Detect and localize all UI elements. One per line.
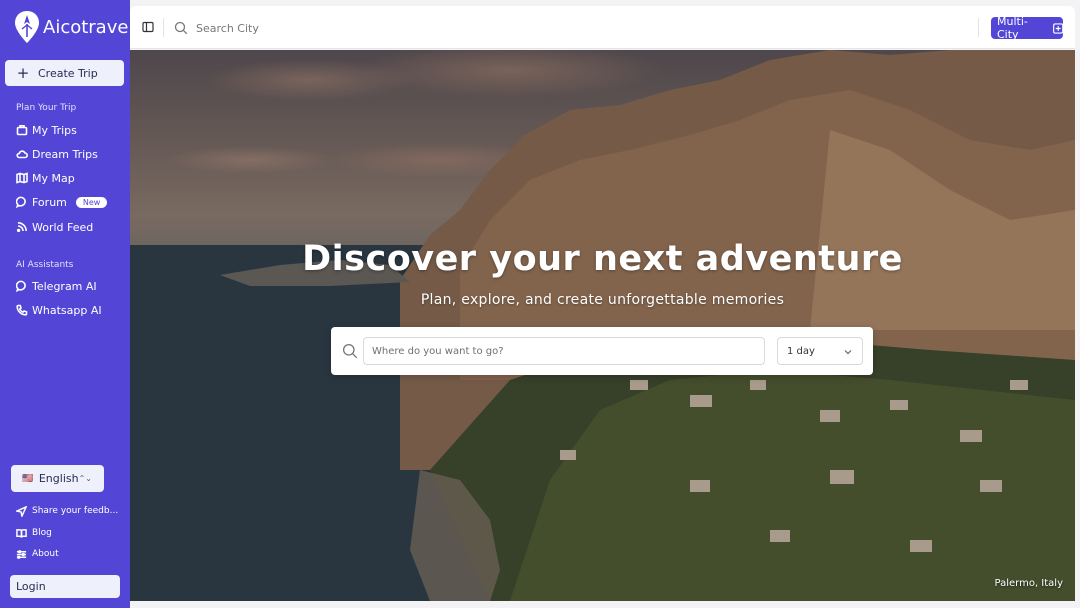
section-label-plan: Plan Your Trip — [16, 103, 77, 113]
page-edge — [130, 601, 1080, 608]
sidebar: Aicotrave + Create Trip Plan Your Trip M… — [0, 0, 130, 608]
sidebar-item-label: Forum — [32, 195, 67, 209]
section-label-ai: AI Assistants — [16, 260, 74, 270]
sidebar-item-label: Dream Trips — [32, 147, 98, 161]
sliders-icon — [16, 549, 27, 559]
sidebar-item-whatsapp-ai[interactable]: Whatsapp AI — [16, 301, 102, 319]
city-search — [174, 19, 496, 37]
compass-pin-icon — [15, 11, 39, 43]
hero-overlay — [130, 50, 1075, 601]
feedback-label: Share your feedb... — [32, 506, 119, 516]
divider — [163, 18, 164, 37]
page-edge — [1075, 0, 1080, 608]
create-trip-button[interactable]: + Create Trip — [5, 60, 124, 86]
send-icon — [16, 505, 27, 517]
sidebar-toggle-icon[interactable] — [142, 21, 154, 33]
search-icon — [174, 21, 188, 35]
trip-duration-select[interactable]: 1 day — [777, 337, 863, 365]
brand-name: Aicotrave — [43, 16, 129, 38]
sidebar-item-forum[interactable]: Forum New — [16, 193, 108, 211]
top-bar: Multi-City — [130, 6, 1075, 49]
hero-title: Discover your next adventure — [302, 239, 903, 279]
sidebar-item-label: Whatsapp AI — [32, 303, 102, 317]
new-badge: New — [75, 196, 108, 208]
hero-subtitle: Plan, explore, and create unforgettable … — [420, 292, 785, 308]
rss-icon — [16, 222, 27, 233]
sidebar-item-label: My Trips — [32, 123, 77, 137]
sidebar-item-my-trips[interactable]: My Trips — [16, 121, 77, 139]
luggage-icon — [16, 125, 28, 136]
hero-section: Discover your next adventure Plan, explo… — [130, 50, 1075, 601]
sidebar-item-my-map[interactable]: My Map — [16, 169, 75, 187]
map-icon — [16, 172, 28, 184]
chevron-down-icon — [844, 350, 852, 355]
plus-icon: + — [16, 63, 30, 82]
sidebar-item-label: My Map — [32, 171, 75, 185]
multi-city-label: Multi-City — [997, 15, 1028, 41]
plus-square-icon — [1052, 22, 1063, 34]
create-trip-label: Create Trip — [38, 66, 98, 80]
sidebar-item-label: World Feed — [32, 220, 94, 234]
flag-icon: 🇺🇸 — [22, 473, 34, 484]
photo-location-caption: Palermo, Italy — [994, 578, 1064, 589]
chat-bubble-icon — [16, 196, 26, 208]
about-link[interactable]: About — [16, 546, 59, 562]
sidebar-item-dream-trips[interactable]: Dream Trips — [16, 145, 98, 163]
divider — [978, 18, 979, 37]
cloud-icon — [16, 150, 28, 159]
chat-bubble-icon — [16, 280, 26, 292]
language-value: English — [38, 472, 79, 485]
language-select[interactable]: 🇺🇸 English ⌃⌄ — [11, 465, 104, 492]
phone-icon — [16, 304, 28, 316]
feedback-link[interactable]: Share your feedb... — [16, 503, 118, 519]
blog-link[interactable]: Blog — [16, 525, 52, 541]
chevron-updown-icon: ⌃⌄ — [78, 474, 92, 483]
sidebar-item-label: Telegram AI — [32, 279, 97, 293]
search-icon — [342, 343, 358, 359]
login-button[interactable]: Login — [10, 575, 120, 598]
destination-search-card: 1 day — [331, 327, 873, 375]
about-label: About — [32, 549, 59, 559]
book-icon — [16, 528, 27, 538]
city-search-input[interactable] — [196, 21, 496, 35]
sidebar-item-telegram-ai[interactable]: Telegram AI — [16, 277, 97, 295]
sidebar-item-world-feed[interactable]: World Feed — [16, 218, 93, 236]
multi-city-button[interactable]: Multi-City — [991, 15, 1063, 41]
brand-logo[interactable]: Aicotrave — [14, 10, 128, 44]
trip-duration-value: 1 day — [787, 345, 815, 357]
blog-label: Blog — [32, 528, 52, 538]
destination-input[interactable] — [363, 337, 765, 365]
